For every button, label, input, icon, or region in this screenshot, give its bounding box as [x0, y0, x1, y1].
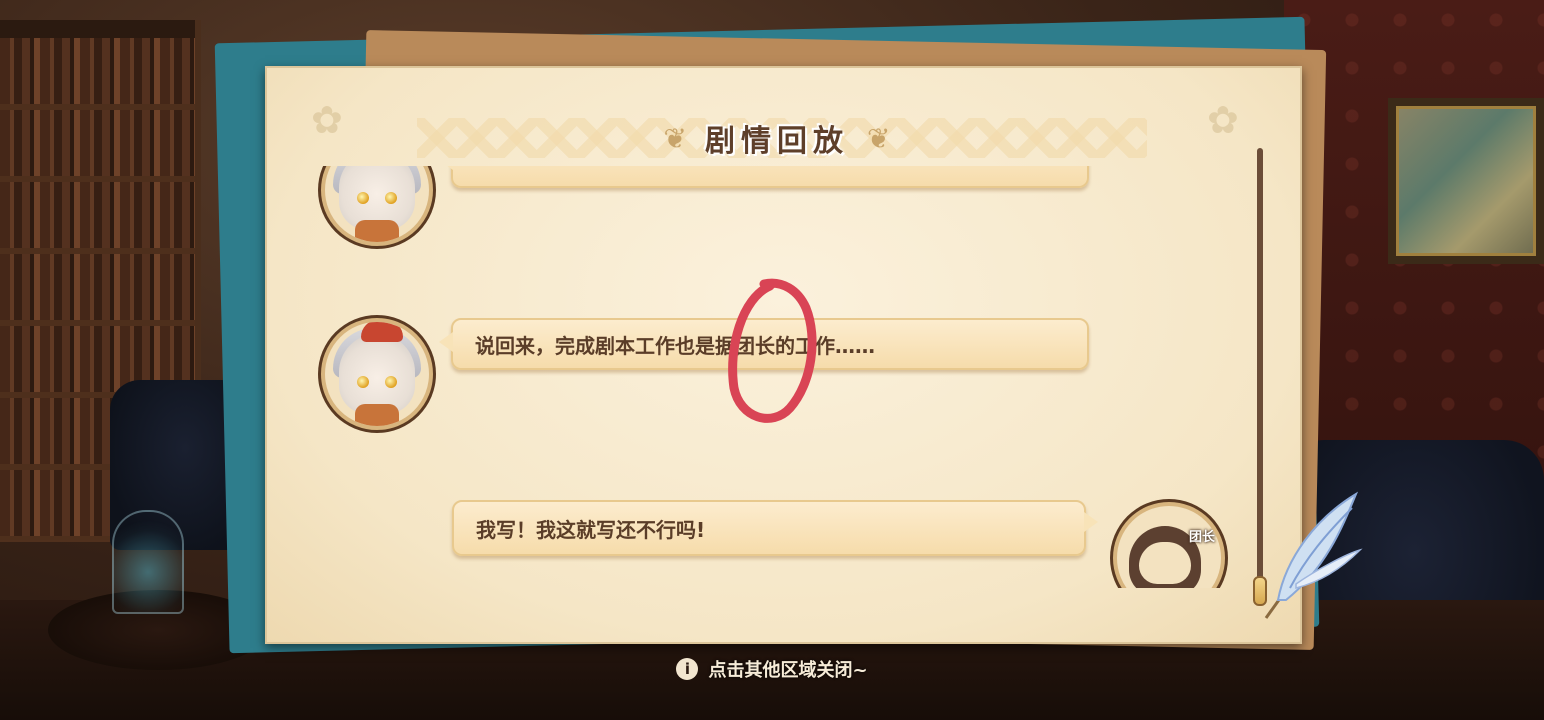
player-avatar: 团长	[1113, 502, 1225, 588]
panel-header: ❦ 剧情回放 ❦	[567, 118, 987, 160]
glass-bell-jar	[112, 510, 184, 614]
close-hint: i 点击其他区域关闭~	[0, 654, 1544, 684]
info-icon: i	[676, 658, 699, 680]
quill-icon	[1264, 491, 1363, 619]
player-tag: 团长	[1188, 530, 1215, 545]
dialogue-bubble	[439, 166, 1089, 188]
speaker-avatar	[321, 318, 433, 430]
speaker-avatar	[321, 166, 433, 246]
player-dialogue-bubble: 我写！我这就写还不行吗!	[452, 500, 1098, 556]
clover-ornament: ✿	[311, 98, 343, 142]
clover-ornament: ✿	[1207, 98, 1239, 142]
flourish-left-icon: ❦	[663, 121, 687, 155]
story-replay-panel[interactable]: ✿ ✿ ❦ 剧情回放 ❦ 说回来，完成剧本工作也是据团长的工作…… 我写！我这就…	[265, 66, 1302, 644]
panel-title: 剧情回放	[705, 124, 849, 159]
flourish-right-icon: ❦	[867, 121, 891, 155]
dialogue-bubble: 说回来，完成剧本工作也是据团长的工作……	[439, 318, 1089, 370]
dialogue-log[interactable]: 说回来，完成剧本工作也是据团长的工作…… 我写！我这就写还不行吗! 团长	[297, 166, 1247, 588]
close-hint-text: 点击其他区域关闭~	[708, 660, 868, 681]
wall-painting	[1388, 98, 1544, 264]
